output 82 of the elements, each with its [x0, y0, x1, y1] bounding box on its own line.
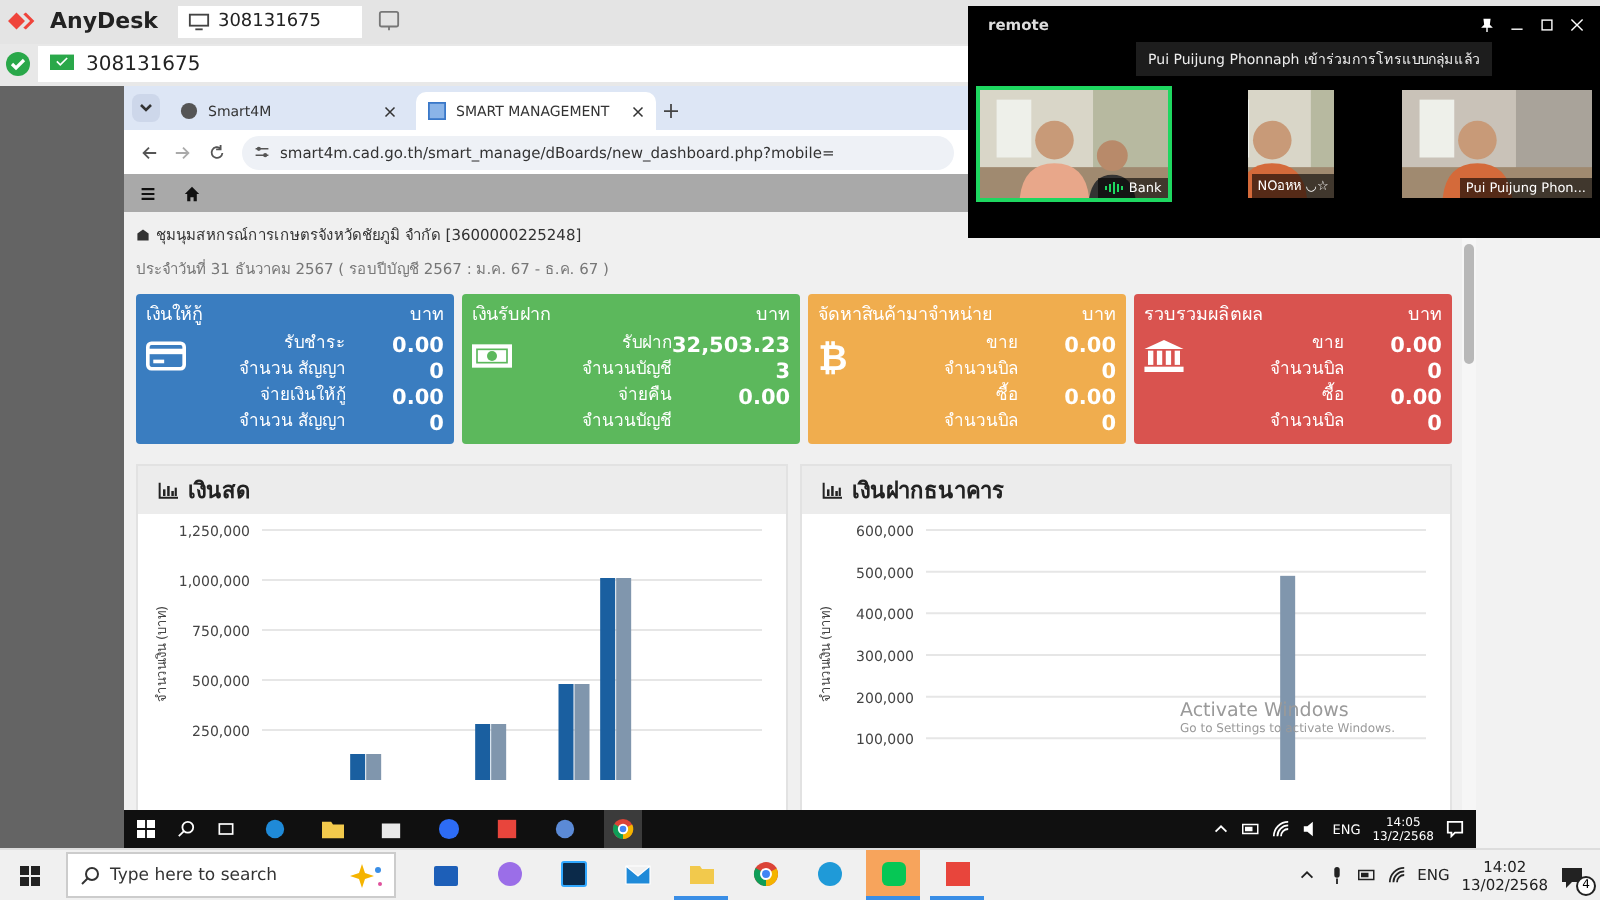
- card-title: เงินให้กู้: [146, 301, 202, 328]
- bar-chart-icon: [822, 481, 842, 499]
- credit-card-icon: [146, 340, 186, 372]
- battery-icon[interactable]: [1357, 866, 1376, 884]
- stat-value: 0: [427, 412, 444, 436]
- task-view-icon[interactable]: [216, 820, 236, 838]
- panel-title: เงินสด: [188, 476, 250, 508]
- pin-icon[interactable]: [1480, 17, 1494, 31]
- globe-icon: [180, 102, 198, 120]
- stat-value: 0: [1099, 360, 1117, 384]
- stat-label: รับชำระ: [282, 334, 346, 356]
- bitcoin-icon: ₿: [818, 338, 848, 380]
- session-tab[interactable]: 308131675: [177, 5, 362, 38]
- card-title: จัดหาสินค้ามาจำหน่าย: [818, 303, 993, 328]
- audio-level-icon: [1104, 182, 1125, 194]
- stat-label: จำนวน สัญญา: [236, 360, 346, 382]
- card-title: รวบรวมผลิตผล: [1144, 303, 1265, 328]
- tray-chevron[interactable]: [1297, 866, 1316, 884]
- tab-list-button[interactable]: [132, 94, 160, 122]
- banknote-icon: [471, 340, 512, 372]
- unit-label: บาท: [1082, 304, 1117, 328]
- stat-label: จำนวนบิล: [942, 412, 1019, 434]
- chrome-icon[interactable]: [604, 810, 642, 848]
- unit-label: บาท: [756, 304, 791, 328]
- unit-label: บาท: [1407, 304, 1442, 328]
- maximize-icon[interactable]: [1540, 17, 1554, 31]
- stat-label: ซื้อ: [994, 386, 1019, 408]
- stat-value: 0.00: [736, 386, 791, 410]
- new-tab-icon[interactable]: [664, 104, 678, 118]
- card-title: เงินรับฝาก: [471, 303, 550, 328]
- menu-icon[interactable]: [140, 185, 156, 201]
- unit-label: บาท: [409, 304, 444, 328]
- stat-value: 3: [773, 360, 791, 384]
- stat-label: ขาย: [984, 334, 1019, 356]
- stat-label: จำนวนบัญชี: [579, 412, 672, 434]
- start-icon[interactable]: [20, 865, 40, 885]
- sparkle-icon[interactable]: [346, 863, 386, 887]
- stat-value: 0: [1425, 360, 1442, 384]
- stat-value: 0: [1099, 412, 1117, 436]
- back-icon[interactable]: [140, 143, 158, 161]
- bar-chart-icon: [158, 481, 178, 499]
- stat-label: จำนวนบิล: [1268, 360, 1345, 382]
- stat-value: 0: [427, 360, 444, 384]
- stat-label: จำนวนบิล: [942, 360, 1019, 382]
- stat-label: จำนวน สัญญา: [236, 412, 346, 434]
- tray-chevron[interactable]: [1212, 820, 1231, 838]
- stat-value: 0.00: [1062, 386, 1117, 410]
- search-field[interactable]: Type here to search: [66, 852, 396, 898]
- monitor-icon: [187, 11, 210, 32]
- stat-label: จำนวนบิล: [1268, 412, 1345, 434]
- page-icon: [428, 102, 446, 120]
- close-icon[interactable]: [384, 105, 396, 117]
- app-name: AnyDesk: [50, 8, 158, 35]
- start-icon[interactable]: [136, 820, 156, 838]
- stat-label: จ่ายเงินให้กู้: [258, 386, 346, 408]
- stat-label: ซื้อ: [1320, 386, 1345, 408]
- site-settings-icon[interactable]: [254, 144, 270, 160]
- search-icon: [80, 865, 100, 885]
- wifi-icon[interactable]: [1387, 866, 1406, 884]
- close-icon[interactable]: [632, 105, 644, 117]
- stat-label: จำนวนบัญชี: [579, 360, 672, 382]
- stat-value: 0.00: [390, 386, 444, 410]
- building-icon: [136, 227, 150, 241]
- stat-value: 32,503.23: [671, 334, 791, 358]
- new-session-icon[interactable]: [377, 10, 400, 33]
- stat-value: 0.00: [1388, 334, 1442, 358]
- bank-icon: [1144, 340, 1185, 372]
- stat-value: 0: [1425, 412, 1442, 436]
- stat-value: 0.00: [1062, 334, 1117, 358]
- stat-value: 0.00: [390, 334, 444, 358]
- stat-label: ขาย: [1310, 334, 1345, 356]
- home-icon[interactable]: [184, 185, 200, 201]
- stat-label: จ่ายคืน: [615, 386, 672, 408]
- monitor-check-icon: [50, 54, 74, 75]
- stat-label: รับฝาก: [619, 334, 672, 356]
- search-icon[interactable]: [176, 820, 196, 838]
- stat-value: 0.00: [1388, 386, 1442, 410]
- reload-icon[interactable]: [208, 143, 226, 161]
- panel-title: เงินฝากธนาคาร: [852, 476, 1004, 508]
- scrollbar-thumb[interactable]: [1464, 244, 1474, 364]
- notification-icon[interactable]: [1560, 865, 1584, 889]
- notification-icon[interactable]: [1446, 820, 1464, 838]
